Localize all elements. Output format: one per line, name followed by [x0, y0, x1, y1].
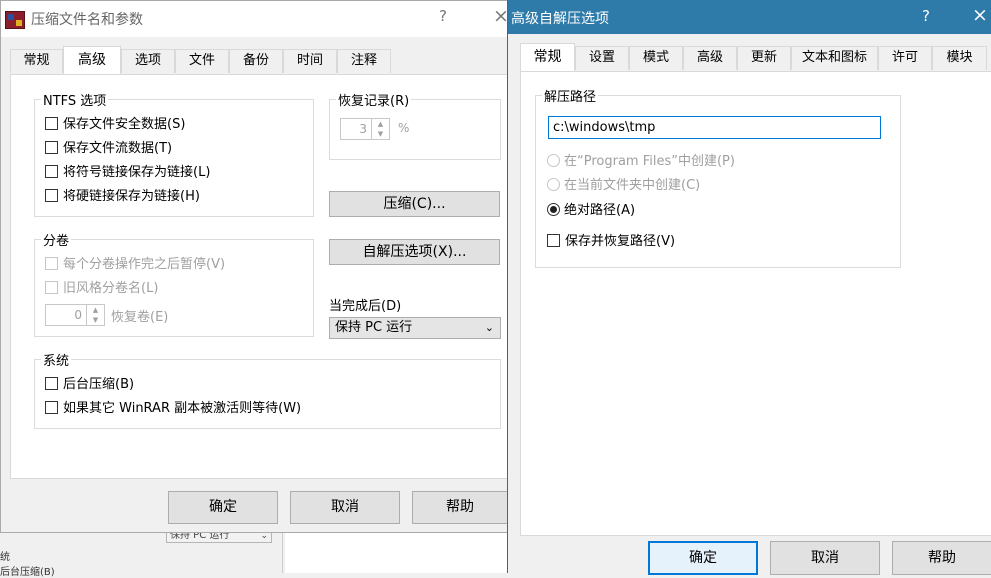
ntfs-options-group: NTFS 选项 保存文件安全数据(S) 保存文件流数据(T) 将符号链接保存为链…	[34, 90, 314, 217]
checkbox-label: 后台压缩(B)	[63, 377, 135, 392]
checkbox-box	[45, 189, 58, 202]
tab-advanced[interactable]: 高级	[683, 46, 737, 70]
title-bar[interactable]: 高级自解压选项 ? ×	[508, 0, 991, 34]
spin-arrows-icon[interactable]: ▲ ▼	[86, 305, 104, 325]
tab-modes[interactable]: 模式	[629, 46, 683, 70]
radio-label: 绝对路径(A)	[564, 203, 636, 218]
close-icon[interactable]: ×	[972, 4, 988, 26]
general-tab-panel: 解压路径 c:\windows\tmp 在“Program Files”中创建(…	[520, 71, 991, 536]
cancel-button[interactable]: 取消	[770, 541, 880, 575]
winrar-icon	[5, 11, 25, 29]
checkbox-box	[45, 401, 58, 414]
tab-general[interactable]: 常规	[520, 43, 575, 71]
tab-advanced[interactable]: 高级	[63, 46, 121, 74]
system-title: 系统	[41, 350, 72, 369]
title-bar[interactable]: 压缩文件名和参数 ? ×	[1, 1, 509, 37]
checkbox-box	[45, 165, 58, 178]
recovery-volumes-stepper[interactable]: 0 ▲ ▼	[45, 304, 105, 326]
radio-circle	[547, 154, 560, 167]
pause-after-volume-checkbox[interactable]: 每个分卷操作完之后暂停(V)	[45, 256, 225, 274]
ok-button[interactable]: 确定	[648, 541, 758, 575]
tab-comment[interactable]: 注释	[337, 49, 391, 73]
ntfs-options-title: NTFS 选项	[41, 90, 109, 109]
background-compress-checkbox[interactable]: 后台压缩(B)	[45, 376, 134, 394]
tab-time[interactable]: 时间	[283, 49, 337, 73]
chevron-down-icon: ⌄	[484, 321, 494, 334]
radio-circle	[547, 178, 560, 191]
tab-module[interactable]: 模块	[932, 46, 987, 70]
recovery-volumes-value: 0	[74, 308, 82, 322]
tab-update[interactable]: 更新	[737, 46, 791, 70]
tab-general[interactable]: 常规	[10, 49, 63, 73]
save-security-checkbox[interactable]: 保存文件安全数据(S)	[45, 116, 185, 134]
symlinks-checkbox[interactable]: 将符号链接保存为链接(L)	[45, 164, 210, 182]
checkbox-box	[45, 141, 58, 154]
extract-path-group: 解压路径 c:\windows\tmp 在“Program Files”中创建(…	[535, 86, 901, 268]
tab-strip: 常规 设置 模式 高级 更新 文本和图标 许可 模块	[520, 43, 990, 74]
spin-arrows-icon[interactable]: ▲ ▼	[371, 119, 389, 139]
current-folder-radio[interactable]: 在当前文件夹中创建(C)	[547, 177, 700, 195]
help-button[interactable]: 帮助	[412, 491, 508, 524]
recovery-percent-stepper[interactable]: 3 ▲ ▼	[340, 118, 390, 140]
program-files-radio[interactable]: 在“Program Files”中创建(P)	[547, 153, 735, 171]
when-done-dropdown[interactable]: 保持 PC 运行 ⌄	[329, 317, 501, 339]
tab-files[interactable]: 文件	[175, 49, 229, 73]
radio-circle	[547, 203, 560, 216]
dialog-title: 压缩文件名和参数	[31, 12, 143, 28]
checkbox-label: 如果其它 WinRAR 副本被激活则等待(W)	[63, 401, 302, 416]
tab-options[interactable]: 选项	[121, 49, 175, 73]
checkbox-label: 保存并恢复路径(V)	[565, 234, 676, 249]
hardlinks-checkbox[interactable]: 将硬链接保存为链接(H)	[45, 188, 200, 206]
help-icon[interactable]: ?	[922, 7, 930, 25]
sfx-options-button[interactable]: 自解压选项(X)...	[329, 239, 500, 265]
when-done-label: 当完成后(D)	[329, 299, 402, 314]
checkbox-label: 每个分卷操作完之后暂停(V)	[63, 257, 226, 272]
sfx-options-dialog: 高级自解压选项 ? × 常规 设置 模式 高级 更新 文本和图标 许可 模块 解…	[507, 0, 991, 575]
background-label-system: 统	[0, 552, 10, 563]
help-button[interactable]: 帮助	[892, 541, 991, 575]
tab-setup[interactable]: 设置	[575, 46, 629, 70]
old-style-names-checkbox[interactable]: 旧风格分卷名(L)	[45, 280, 158, 298]
extract-path-title: 解压路径	[542, 86, 599, 105]
archive-params-dialog: 压缩文件名和参数 ? × 常规 高级 选项 文件 备份 时间 注释 NTFS 选…	[0, 0, 509, 533]
checkbox-box	[547, 234, 560, 247]
checkbox-label: 将硬链接保存为链接(H)	[63, 189, 200, 204]
recovery-record-title: 恢复记录(R)	[336, 90, 412, 109]
volumes-group: 分卷 每个分卷操作完之后暂停(V) 旧风格分卷名(L) 0 ▲ ▼ 恢复卷(E)	[34, 230, 314, 337]
checkbox-box	[45, 281, 58, 294]
recovery-volumes-label: 恢复卷(E)	[111, 310, 169, 325]
checkbox-label: 将符号链接保存为链接(L)	[63, 165, 211, 180]
checkbox-label: 旧风格分卷名(L)	[63, 281, 159, 296]
checkbox-box	[45, 257, 58, 270]
dialog-title: 高级自解压选项	[511, 11, 609, 27]
save-streams-checkbox[interactable]: 保存文件流数据(T)	[45, 140, 172, 158]
advanced-tab-panel: NTFS 选项 保存文件安全数据(S) 保存文件流数据(T) 将符号链接保存为链…	[10, 74, 508, 479]
help-icon[interactable]: ?	[439, 7, 447, 25]
recovery-percent-value: 3	[359, 122, 367, 136]
ok-button[interactable]: 确定	[168, 491, 278, 524]
background-divider	[282, 530, 283, 573]
background-label-bg-compress: 后台压缩(B)	[0, 567, 55, 578]
compress-settings-button[interactable]: 压缩(C)...	[329, 191, 500, 217]
system-group: 系统 后台压缩(B) 如果其它 WinRAR 副本被激活则等待(W)	[34, 350, 501, 429]
absolute-path-radio[interactable]: 绝对路径(A)	[547, 202, 635, 220]
tab-strip: 常规 高级 选项 文件 备份 时间 注释	[10, 46, 500, 77]
volumes-title: 分卷	[41, 230, 72, 249]
wait-other-copies-checkbox[interactable]: 如果其它 WinRAR 副本被激活则等待(W)	[45, 400, 301, 418]
cancel-button[interactable]: 取消	[290, 491, 400, 524]
checkbox-box	[45, 377, 58, 390]
when-done-value: 保持 PC 运行	[335, 320, 413, 335]
checkbox-label: 保存文件流数据(T)	[63, 141, 173, 156]
checkbox-label: 保存文件安全数据(S)	[63, 117, 186, 132]
radio-label: 在“Program Files”中创建(P)	[564, 154, 735, 169]
radio-label: 在当前文件夹中创建(C)	[564, 178, 701, 193]
tab-text-and-icon[interactable]: 文本和图标	[791, 46, 878, 70]
tab-license[interactable]: 许可	[878, 46, 932, 70]
tab-backup[interactable]: 备份	[229, 49, 283, 73]
save-restore-path-checkbox[interactable]: 保存并恢复路径(V)	[547, 233, 675, 251]
recovery-record-group: 恢复记录(R) 3 ▲ ▼ %	[329, 90, 501, 160]
extract-path-input[interactable]: c:\windows\tmp	[548, 116, 881, 139]
checkbox-box	[45, 117, 58, 130]
recovery-percent-unit: %	[398, 121, 410, 135]
